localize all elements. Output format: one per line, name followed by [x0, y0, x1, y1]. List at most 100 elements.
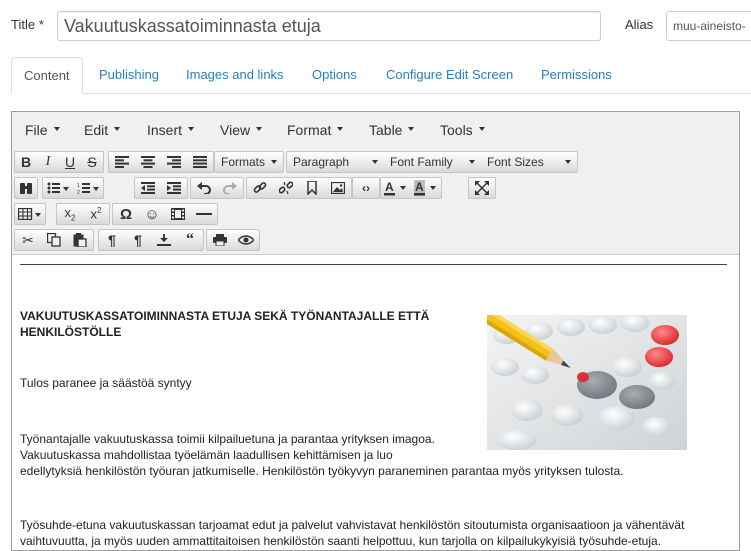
chevron-down-icon	[271, 160, 277, 164]
indent-button[interactable]	[161, 178, 187, 198]
numbered-list-icon: 12	[77, 183, 99, 194]
menu-insert[interactable]: Insert	[147, 112, 195, 146]
chevron-down-icon	[408, 127, 415, 132]
align-center-button[interactable]	[135, 152, 161, 172]
align-center-icon	[141, 156, 155, 168]
table-button[interactable]	[15, 204, 45, 224]
strikethrough-icon: S	[87, 154, 97, 170]
alias-input[interactable]: muu-aineisto-	[666, 11, 751, 41]
font-family-select[interactable]: Font Family	[384, 152, 481, 172]
paste-button[interactable]	[67, 230, 93, 250]
tab-options[interactable]: Options	[300, 57, 369, 93]
document-line: edellytyksiä henkilöstön työuran jatkumi…	[20, 464, 624, 478]
text-style-group: B I U S	[14, 151, 104, 173]
align-left-button[interactable]	[109, 152, 135, 172]
cut-button[interactable]: ✂	[15, 230, 41, 250]
editor-content-area[interactable]: VAKUUTUSKASSATOIMINNASTA ETUJA SEKÄ TYÖN…	[12, 255, 739, 550]
formats-dropdown[interactable]: Formats	[214, 151, 284, 173]
special-character-button[interactable]: Ω	[113, 204, 139, 224]
horizontal-rule-button[interactable]	[191, 204, 217, 224]
menu-edit[interactable]: Edit	[84, 112, 121, 146]
horizontal-rule	[20, 264, 727, 265]
align-right-icon	[167, 156, 181, 168]
document-paragraph: Tulos paranee ja säästöä syntyy	[20, 376, 192, 390]
code-icon: ‹›	[362, 181, 370, 195]
binoculars-icon	[20, 183, 32, 194]
menu-table[interactable]: Table	[369, 112, 415, 146]
pilcrow-ltr-icon: ¶	[108, 232, 116, 248]
tab-images-and-links[interactable]: Images and links	[174, 57, 296, 93]
document-line: Työsuhde-etuna vakuutuskassan tarjoamat …	[20, 518, 685, 532]
find-replace-button[interactable]	[15, 178, 37, 198]
tab-content[interactable]: Content	[11, 57, 83, 94]
redo-button[interactable]	[217, 178, 243, 198]
outdent-button[interactable]	[135, 178, 161, 198]
tab-configure-edit-screen[interactable]: Configure Edit Screen	[374, 57, 525, 93]
bullet-list-button[interactable]	[43, 178, 73, 198]
print-button[interactable]	[207, 230, 233, 250]
fullscreen-button[interactable]	[469, 178, 495, 198]
underline-button[interactable]: U	[59, 152, 81, 172]
table-group	[14, 203, 46, 225]
undo-button[interactable]	[191, 178, 217, 198]
title-input[interactable]: Vakuutuskassatoiminnasta etuja	[57, 11, 601, 41]
chevron-down-icon	[337, 127, 344, 132]
insert-group	[246, 177, 352, 199]
image-icon	[331, 182, 345, 194]
menu-file[interactable]: File	[25, 112, 60, 146]
align-justify-button[interactable]	[187, 152, 213, 172]
strikethrough-button[interactable]: S	[81, 152, 103, 172]
block-format-select[interactable]: Paragraph	[287, 152, 384, 172]
background-color-button[interactable]: A	[411, 178, 441, 198]
italic-button[interactable]: I	[37, 152, 59, 172]
bold-button[interactable]: B	[15, 152, 37, 172]
nonbreaking-space-button[interactable]	[151, 230, 177, 250]
clipboard-group: ✂	[14, 229, 94, 251]
rtl-button[interactable]: ¶	[125, 230, 151, 250]
remove-link-button[interactable]	[273, 178, 299, 198]
scissors-icon: ✂	[22, 231, 34, 248]
document-heading-line: HENKILÖSTÖLLE	[20, 325, 122, 339]
menu-table-label: Table	[369, 122, 403, 138]
numbered-list-button[interactable]: 12	[73, 178, 103, 198]
media-button[interactable]	[165, 204, 191, 224]
svg-text:A: A	[385, 180, 394, 194]
toolbar-row-1: B I U S Formats Paragraph Font Family Fo…	[14, 151, 734, 175]
text-color-button[interactable]: A	[381, 178, 411, 198]
anchor-button[interactable]	[299, 178, 325, 198]
menu-tools-label: Tools	[440, 122, 473, 138]
ltr-button[interactable]: ¶	[99, 230, 125, 250]
tab-publishing[interactable]: Publishing	[87, 57, 171, 93]
insert-image-button[interactable]	[325, 178, 351, 198]
color-group: A A	[380, 177, 442, 199]
copy-button[interactable]	[41, 230, 67, 250]
chevron-down-icon	[372, 160, 378, 164]
script-group: x2 x2	[56, 203, 110, 225]
list-group: 12	[42, 177, 104, 199]
tab-permissions[interactable]: Permissions	[529, 57, 624, 93]
formats-select[interactable]: Formats	[215, 152, 283, 172]
source-code-button[interactable]: ‹›	[353, 178, 379, 198]
indent-group	[134, 177, 188, 199]
font-size-select[interactable]: Font Sizes	[481, 152, 577, 172]
preview-button[interactable]	[233, 230, 259, 250]
menu-tools[interactable]: Tools	[440, 112, 485, 146]
editor-toolbar: B I U S Formats Paragraph Font Family Fo…	[12, 146, 739, 255]
subscript-button[interactable]: x2	[57, 204, 83, 224]
indent-icon	[167, 182, 181, 194]
superscript-button[interactable]: x2	[83, 204, 109, 224]
paste-icon	[73, 233, 87, 247]
menu-format[interactable]: Format	[287, 112, 344, 146]
calculator-pencil-image[interactable]	[487, 315, 687, 450]
document-paragraph: Työnantajalle vakuutuskassa toimii kilpa…	[20, 431, 624, 479]
paragraph-group: ¶ ¶ “	[98, 229, 204, 251]
insert-link-button[interactable]	[247, 178, 273, 198]
align-right-button[interactable]	[161, 152, 187, 172]
menu-view[interactable]: View	[220, 112, 263, 146]
fullscreen-group	[468, 177, 496, 199]
eye-icon	[238, 235, 254, 245]
emoticons-button[interactable]: ☺	[139, 204, 165, 224]
blockquote-button[interactable]: “	[177, 230, 203, 250]
table-icon	[18, 208, 41, 220]
block-format-label: Paragraph	[293, 155, 350, 169]
